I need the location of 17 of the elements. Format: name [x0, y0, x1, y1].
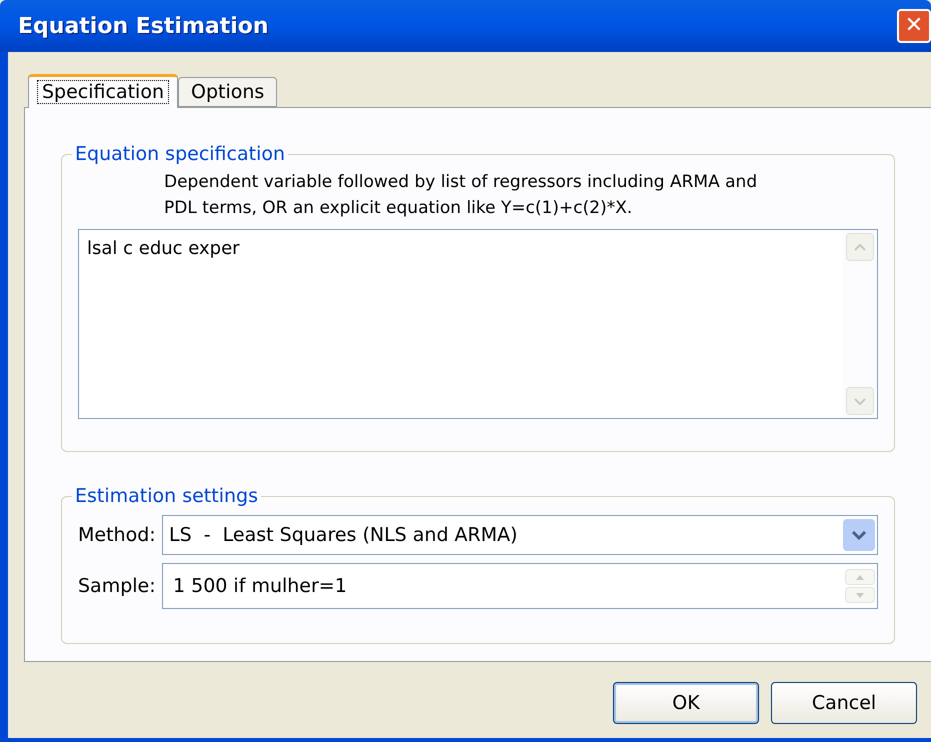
tab[interactable]: Options	[178, 77, 278, 107]
window-title: Equation Estimation	[18, 12, 269, 40]
chevron-down-icon[interactable]	[854, 398, 866, 404]
close-button[interactable]: ✕	[897, 9, 931, 43]
tab[interactable]: Specification	[28, 74, 178, 108]
sample-field[interactable]: 1 500 if mulher=1	[162, 563, 878, 609]
method-label: Method:	[78, 522, 157, 548]
equation-text: lsal c educ exper	[86, 237, 241, 261]
dialog-button[interactable]: Cancel	[771, 682, 917, 724]
chevron-up-icon[interactable]	[854, 244, 866, 250]
dialog-button[interactable]: OK	[613, 682, 759, 724]
hint-text: Dependent variable followed by list of regressors including ARMA and PDL terms, OR an explicit equation like Y=c(1)+c(2)*X.	[164, 171, 758, 220]
sample-label: Sample:	[78, 574, 157, 599]
method-dropdown[interactable]: LS - Least Squares (NLS and ARMA)	[162, 515, 878, 555]
equation-field[interactable]: lsal c educ exper	[78, 229, 878, 419]
chevron-down-icon	[843, 519, 875, 551]
spinner-icon[interactable]	[845, 569, 875, 603]
